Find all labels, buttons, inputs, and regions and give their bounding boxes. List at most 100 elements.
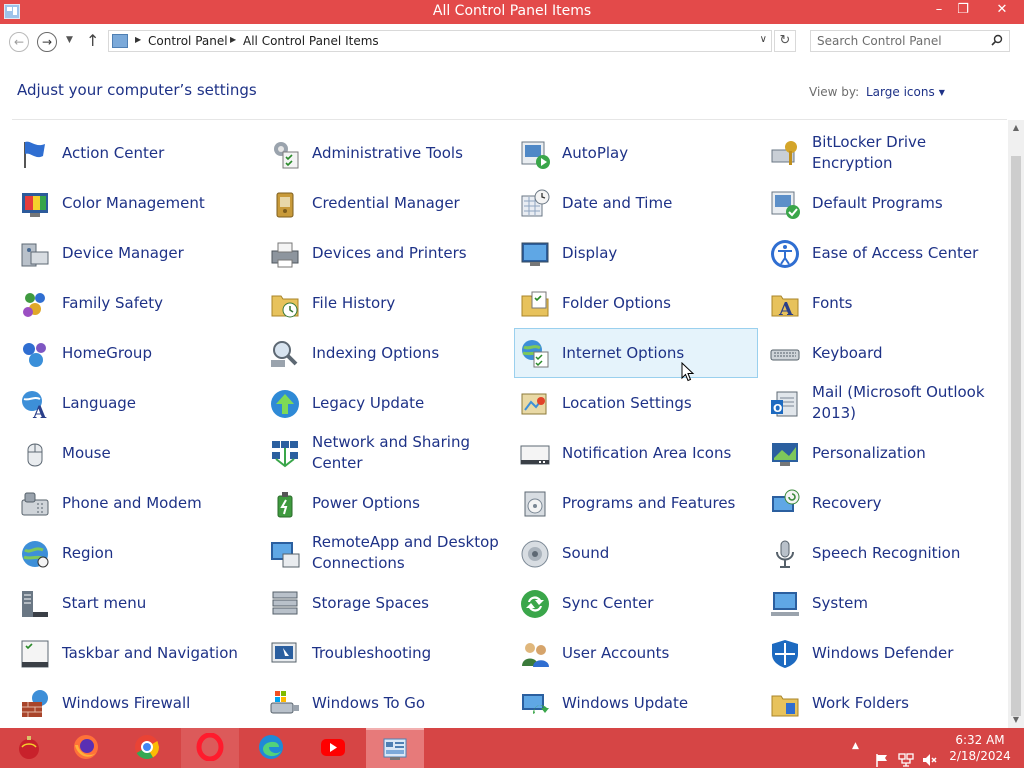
file-history-icon — [271, 295, 299, 318]
control-panel-item[interactable]: AutoPlay — [514, 128, 758, 178]
taskbar-app-button[interactable] — [57, 728, 115, 768]
remoteapp-icon — [271, 542, 300, 568]
admin-tools-icon — [274, 142, 299, 169]
control-panel-item[interactable]: Speech Recognition — [764, 528, 1008, 578]
control-panel-item[interactable]: Ease of Access Center — [764, 228, 1008, 278]
control-panel-item-label: Work Folders — [812, 693, 909, 712]
control-panel-item[interactable]: User Accounts — [514, 628, 758, 678]
show-hidden-icons-icon[interactable]: ▲ — [852, 741, 859, 768]
breadcrumb-all-items[interactable]: All Control Panel Items — [243, 34, 379, 48]
taskbar-app-button[interactable] — [118, 728, 176, 768]
back-button[interactable]: ← — [9, 32, 29, 52]
scroll-down-icon[interactable]: ▼ — [1008, 712, 1024, 728]
control-panel-item[interactable]: Devices and Printers — [264, 228, 508, 278]
control-panel-item[interactable]: Location Settings — [514, 378, 758, 428]
vertical-scrollbar[interactable]: ▲ ▼ — [1008, 120, 1024, 728]
search-box[interactable] — [810, 30, 1010, 52]
control-panel-item[interactable]: Troubleshooting — [264, 628, 508, 678]
clock[interactable]: 6:32 AM 2/18/2024 — [944, 732, 1016, 764]
control-panel-item[interactable]: Keyboard — [764, 328, 1008, 378]
breadcrumb-separator-icon[interactable]: ▶ — [135, 35, 141, 44]
control-panel-item[interactable]: Power Options — [264, 478, 508, 528]
control-panel-item[interactable]: Programs and Features — [514, 478, 758, 528]
control-panel-item[interactable]: A Language — [14, 378, 258, 428]
recent-locations-chevron-down-icon[interactable]: ▼ — [66, 35, 73, 45]
control-panel-item-label: Folder Options — [562, 293, 671, 312]
control-panel-item[interactable]: Personalization — [764, 428, 1008, 478]
control-panel-item[interactable]: Recovery — [764, 478, 1008, 528]
control-panel-item[interactable]: System — [764, 578, 1008, 628]
address-bar[interactable]: ▶ Control Panel ▶ All Control Panel Item… — [108, 30, 772, 52]
taskbar-app-button[interactable] — [181, 728, 239, 768]
control-panel-item[interactable]: Windows To Go — [264, 678, 508, 728]
refresh-button[interactable]: ↻ — [774, 30, 796, 52]
window-title: All Control Panel Items — [432, 3, 592, 19]
storage-spaces-icon — [272, 591, 298, 615]
network-icon[interactable] — [897, 740, 915, 768]
control-panel-item[interactable]: Start menu — [14, 578, 258, 628]
control-panel-item[interactable]: HomeGroup — [14, 328, 258, 378]
taskbar-app-button[interactable] — [366, 728, 424, 768]
control-panel-item[interactable]: Storage Spaces — [264, 578, 508, 628]
edge-icon — [259, 735, 283, 759]
volume-muted-icon[interactable] — [921, 740, 937, 768]
control-panel-item-label: Display — [562, 243, 618, 262]
control-panel-item[interactable]: O Mail (Microsoft Outlook 2013) — [764, 378, 1008, 428]
control-panel-item[interactable]: Color Management — [14, 178, 258, 228]
control-panel-item[interactable]: Notification Area Icons — [514, 428, 758, 478]
control-panel-item[interactable]: Mouse — [14, 428, 258, 478]
control-panel-item-label: Language — [62, 393, 137, 412]
control-panel-item[interactable]: Indexing Options — [264, 328, 508, 378]
scrollbar-thumb[interactable] — [1011, 156, 1021, 716]
internet-options-icon — [522, 340, 549, 368]
taskbar-app-button[interactable] — [0, 728, 58, 768]
control-panel-item[interactable]: Credential Manager — [264, 178, 508, 228]
control-panel-item[interactable]: BitLocker Drive Encryption — [764, 128, 1008, 178]
control-panel-item[interactable]: Internet Options — [514, 328, 758, 378]
control-panel-item[interactable]: Sync Center — [514, 578, 758, 628]
taskbar-app-button[interactable] — [242, 728, 300, 768]
view-by-value: Large icons — [866, 85, 935, 99]
control-panel-item[interactable]: Windows Firewall — [14, 678, 258, 728]
control-panel-item[interactable]: Region — [14, 528, 258, 578]
restore-button[interactable]: ❐ — [946, 0, 980, 22]
search-icon[interactable] — [991, 34, 1003, 49]
control-panel-item-label: HomeGroup — [62, 343, 152, 362]
control-panel-item-label: Recovery — [812, 493, 882, 512]
view-by-dropdown[interactable]: Large icons ▼ — [866, 85, 945, 99]
control-panel-item[interactable]: Device Manager — [14, 228, 258, 278]
control-panel-item[interactable]: Display — [514, 228, 758, 278]
control-panel-item[interactable]: Network and Sharing Center — [264, 428, 508, 478]
control-panel-item[interactable]: RemoteApp and Desktop Connections — [264, 528, 508, 578]
svg-text:A: A — [32, 403, 47, 420]
control-panel-item[interactable]: Taskbar and Navigation — [14, 628, 258, 678]
taskbar-app-button[interactable] — [304, 728, 362, 768]
search-input[interactable] — [817, 33, 985, 49]
control-panel-item[interactable]: Sound — [514, 528, 758, 578]
up-arrow-icon[interactable]: ↑ — [86, 31, 99, 50]
control-panel-item[interactable]: Administrative Tools — [264, 128, 508, 178]
action-center-flag-icon[interactable] — [874, 740, 890, 768]
control-panel-item[interactable]: Legacy Update — [264, 378, 508, 428]
breadcrumb-separator-icon[interactable]: ▶ — [230, 35, 236, 44]
control-panel-item[interactable]: Phone and Modem — [14, 478, 258, 528]
control-panel-item[interactable]: File History — [264, 278, 508, 328]
control-panel-item[interactable]: Action Center — [14, 128, 258, 178]
control-panel-item[interactable]: Work Folders — [764, 678, 1008, 728]
control-panel-item-label: Notification Area Icons — [562, 443, 732, 462]
divider — [12, 119, 1007, 120]
breadcrumb-control-panel[interactable]: Control Panel — [148, 34, 228, 48]
control-panel-item[interactable]: Date and Time — [514, 178, 758, 228]
address-chevron-down-icon[interactable]: ∨ — [760, 34, 767, 45]
scroll-up-icon[interactable]: ▲ — [1008, 120, 1024, 136]
close-button[interactable]: ✕ — [984, 0, 1020, 22]
control-panel-item[interactable]: Family Safety — [14, 278, 258, 328]
control-panel-item[interactable]: Windows Defender — [764, 628, 1008, 678]
control-panel-item[interactable]: A Fonts — [764, 278, 1008, 328]
power-icon — [277, 492, 293, 518]
forward-button[interactable]: → — [37, 32, 57, 52]
control-panel-item[interactable]: Default Programs — [764, 178, 1008, 228]
windows-update-icon — [522, 694, 549, 714]
control-panel-item[interactable]: Windows Update — [514, 678, 758, 728]
control-panel-item[interactable]: Folder Options — [514, 278, 758, 328]
